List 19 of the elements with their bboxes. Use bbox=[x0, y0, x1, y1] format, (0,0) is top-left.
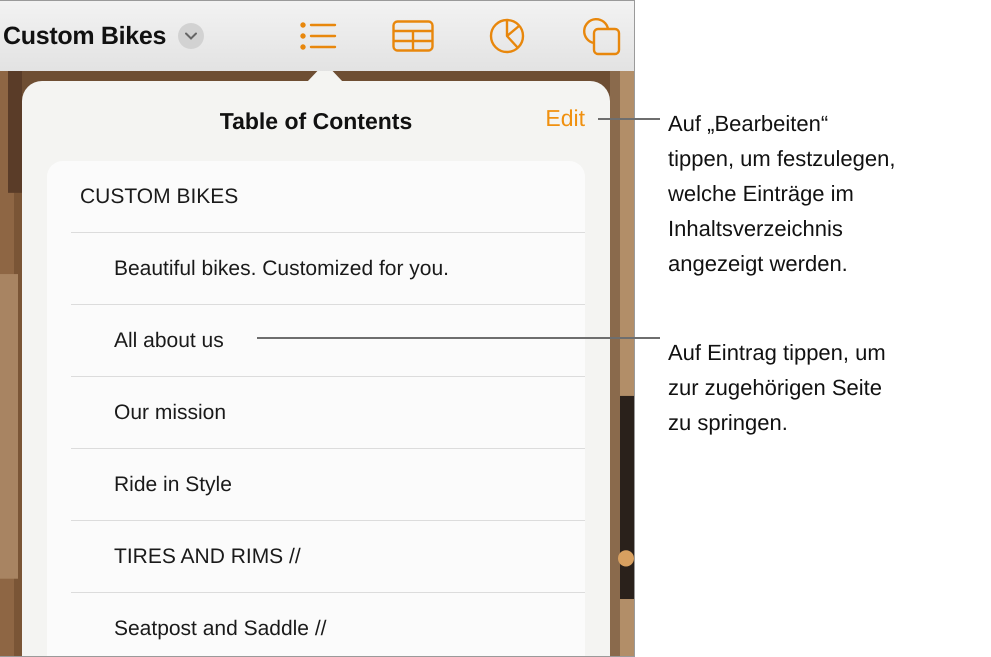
toc-entry[interactable]: TIRES AND RIMS // bbox=[114, 544, 301, 568]
toolbar-button[interactable] bbox=[580, 15, 622, 57]
toc-entry[interactable]: All about us bbox=[114, 328, 224, 352]
toc-entry[interactable]: Ride in Style bbox=[114, 472, 232, 496]
leader-line bbox=[598, 118, 660, 120]
document-title: Custom Bikes bbox=[3, 22, 166, 50]
title-menu-button[interactable] bbox=[178, 23, 204, 49]
toc-entry[interactable]: Our mission bbox=[114, 400, 226, 424]
pie-chart-icon bbox=[489, 18, 525, 54]
callout-text: Auf „Bearbeiten“ tippen, um festzulegen, welche Einträge im Inhaltsverzeichnis angezeigt werden. bbox=[668, 110, 896, 278]
chevron-down-icon bbox=[185, 32, 198, 40]
list-icon bbox=[300, 21, 338, 51]
popover-title: Table of Contents bbox=[220, 108, 412, 134]
table-icon bbox=[392, 20, 434, 52]
shapes-icon bbox=[581, 16, 621, 56]
callout-text: Auf Eintrag tippen, um zur zugehörigen Seite zu springen. bbox=[668, 339, 887, 437]
toc-entry[interactable]: Seatpost and Saddle // bbox=[114, 616, 326, 640]
toc-heading[interactable]: CUSTOM BIKES bbox=[80, 184, 238, 208]
toc-entry[interactable]: Beautiful bikes. Customized for you. bbox=[114, 256, 449, 280]
